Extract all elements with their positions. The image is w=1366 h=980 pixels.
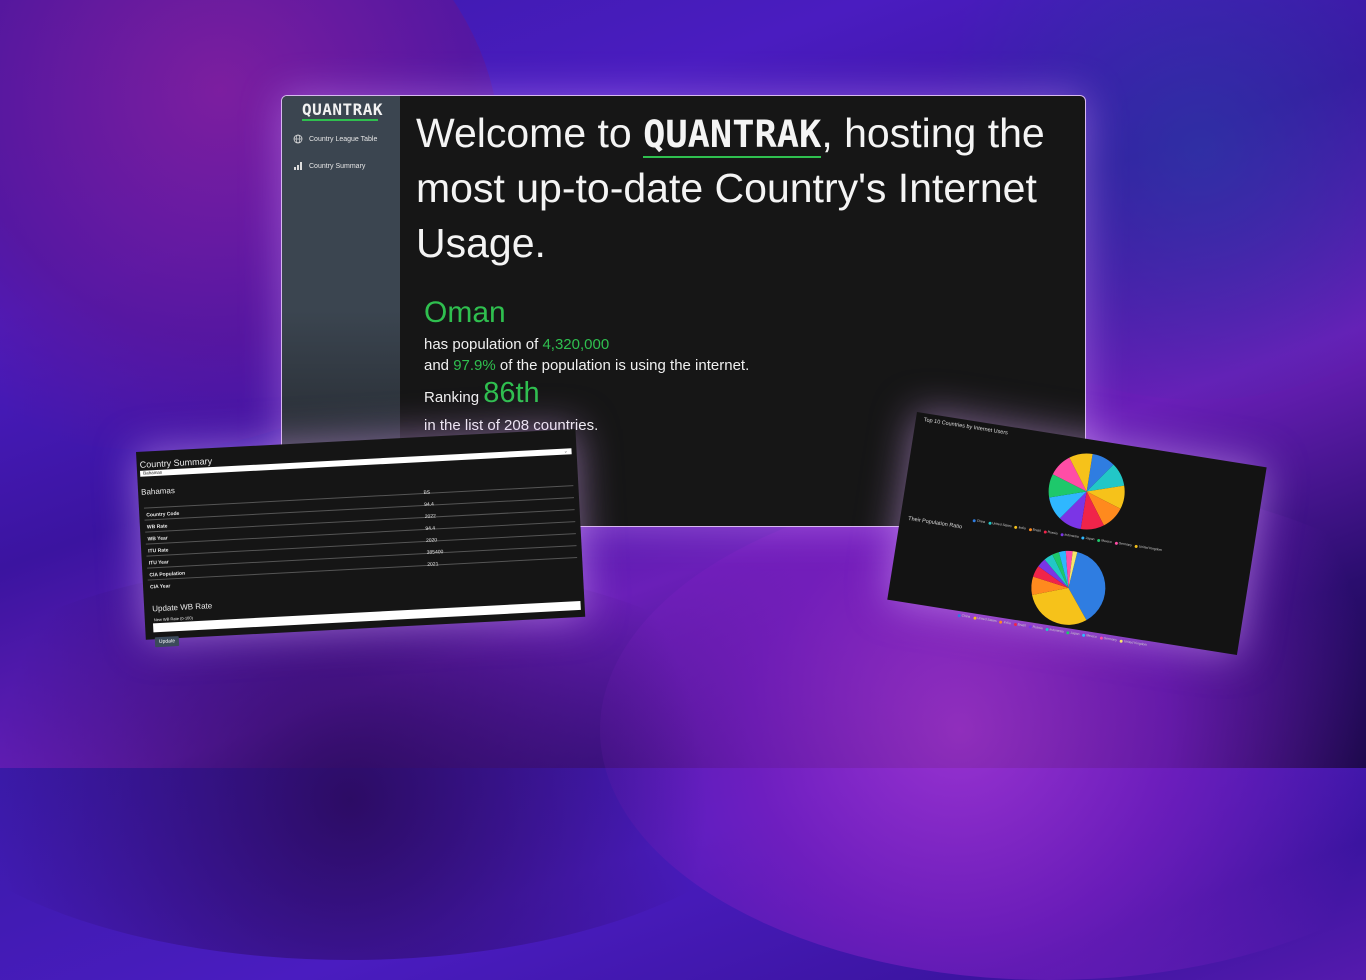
row-value: 2021 [427,561,439,568]
country-name: Oman [424,296,506,329]
legend-item[interactable]: Indonesia [1060,532,1079,539]
legend-item[interactable]: Mexico [1097,538,1112,544]
population-prefix: has population of [424,336,543,353]
population-value: 4,320,000 [542,336,610,353]
legend-label: Indonesia [1064,532,1079,539]
row-key: ITU Rate [148,547,169,555]
chart-title-population-ratio: Their Population Ratio [907,515,963,531]
welcome-brand: QUANTRAK [643,113,822,158]
internet-rate-line: and 97.9% of the population is using the… [424,355,749,376]
brand-logo[interactable]: QUANTRAK [302,100,383,119]
legend-label: China [976,518,986,525]
row-value: 94.4 [424,501,435,508]
country-stats: Oman has population of 4,320,000 and 97.… [424,296,749,436]
legend-label: United States [991,521,1013,529]
pie-chart-population-ratio [1031,550,1106,625]
legend-item[interactable]: India [1014,525,1027,531]
sidebar-item-country-summary[interactable]: Country Summary [293,161,365,171]
and-text: and [424,357,454,374]
legend-label: Germany [1118,541,1133,548]
row-key: ITU Year [148,559,169,567]
selected-country: Bahamas [142,469,163,476]
sidebar-item-label: Country League Table [309,135,378,143]
legend-label: India [1018,525,1027,531]
legend-item[interactable]: China [972,518,986,525]
welcome-prefix: Welcome to [416,110,644,156]
legend-item[interactable]: Japan [1081,535,1095,542]
legend-item[interactable]: Germany [1114,541,1133,548]
sidebar-item-label: Country Summary [309,162,366,170]
pie-chart-internet-users [1048,453,1125,530]
row-key: WB Rate [146,523,168,531]
update-button[interactable]: Update [154,636,180,648]
sidebar-item-league-table[interactable]: Country League Table [293,134,377,144]
row-value: 2020 [425,537,438,544]
internet-rate-value: 97.9% [453,357,496,374]
country-summary-card: Country Summary Bahamas ⌄ Bahamas Country… [136,428,586,648]
legend-label: Mexico [1101,538,1113,545]
chevron-down-icon: ⌄ [563,448,568,454]
row-key: CIA Year [149,583,171,591]
globe-icon [293,134,303,144]
rate-suffix: of the population is using the internet. [495,357,750,374]
update-title: Update WB Rate [151,601,213,614]
population-line: has population of 4,320,000 [424,334,749,355]
legend-label: Japan [1085,535,1095,542]
row-value: 2022 [424,513,437,520]
row-value: BS [423,489,431,497]
legend-item[interactable]: Brazil [1028,527,1041,533]
legend-label: Brazil [1032,527,1042,533]
legend-label: United Kingdom [1138,544,1163,553]
row-key: WB Year [147,535,168,543]
legend-label: Russia [1047,529,1058,536]
ranking-value: 86th [483,377,540,409]
row-value: 385400 [426,549,444,556]
brand-underline [302,119,378,121]
country-count-line: in the list of 208 countries. [424,417,599,434]
row-value: 94.4 [425,525,436,532]
legend-item[interactable]: United Kingdom [1134,544,1163,553]
legend-item[interactable]: Russia [1043,529,1058,535]
summary-country-name: Bahamas [140,486,176,497]
ranking-line: Ranking 86th [424,376,749,415]
welcome-heading: Welcome to QUANTRAK, hosting the most up… [416,106,1066,271]
ranking-label: Ranking [424,389,484,406]
bar-chart-icon [294,162,302,170]
legend-item[interactable]: United States [987,521,1013,529]
